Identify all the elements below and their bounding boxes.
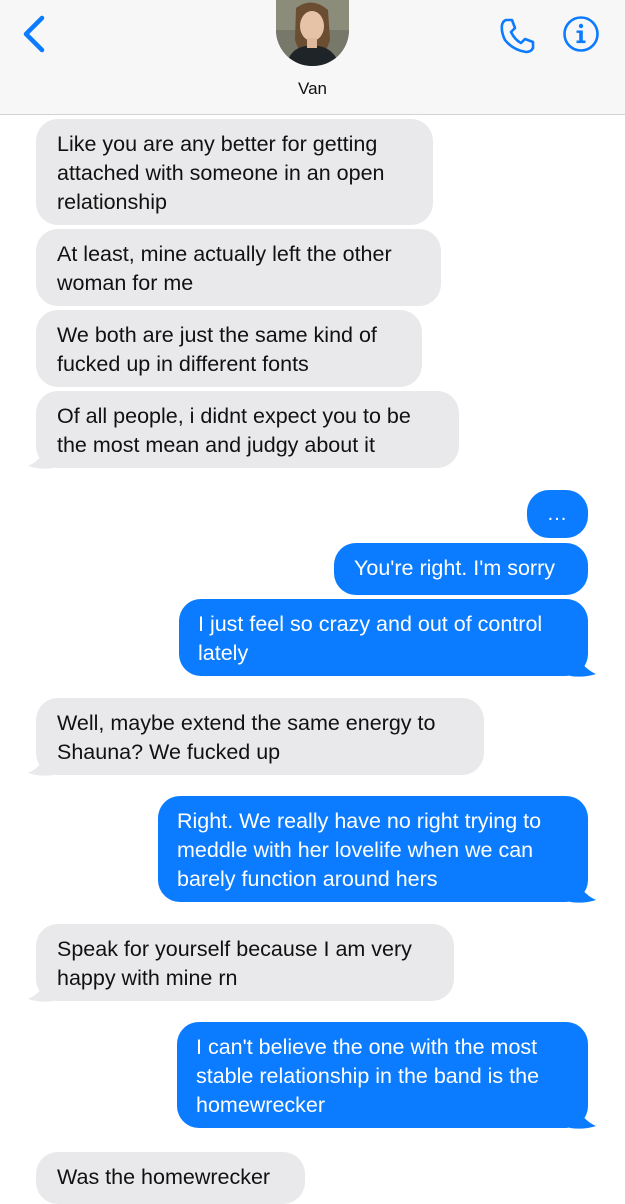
- bubble-tail: [28, 448, 54, 469]
- message-line: You're right. I'm sorry: [354, 556, 555, 580]
- message-bubble-incoming[interactable]: Was the homewrecker: [36, 1152, 305, 1204]
- message-line: We both are just the same kind of: [57, 323, 377, 347]
- message-line: I can't believe the one with the most: [196, 1035, 538, 1059]
- message-bubble-outgoing[interactable]: You're right. I'm sorry: [334, 543, 588, 595]
- message-line: Right. We really have no right trying to: [177, 809, 542, 833]
- message-line: homewrecker: [196, 1093, 326, 1117]
- contact-name[interactable]: Van: [0, 79, 625, 99]
- bubble-tail: [570, 882, 596, 903]
- message-bubble-outgoing[interactable]: ...: [527, 490, 588, 538]
- bubble-tail: [570, 1108, 596, 1129]
- message-line: the most mean and judgy about it: [57, 433, 375, 457]
- message-bubble-incoming[interactable]: Like you are any better for getting atta…: [36, 119, 433, 225]
- message-bubble-incoming[interactable]: Well, maybe extend the same energy to Sh…: [36, 698, 484, 775]
- message-line: woman for me: [57, 271, 194, 295]
- bubble-tail: [28, 981, 54, 1002]
- conversation-header: Van: [0, 0, 625, 115]
- bubble-tail: [28, 755, 54, 776]
- ellipsis-text: ...: [547, 503, 568, 525]
- message-line: Like you are any better for getting: [57, 132, 378, 156]
- message-bubble-outgoing[interactable]: I just feel so crazy and out of control …: [179, 599, 588, 676]
- info-icon[interactable]: [562, 15, 600, 53]
- contact-avatar[interactable]: [276, 0, 349, 66]
- message-bubble-incoming[interactable]: We both are just the same kind of fucked…: [36, 310, 422, 387]
- message-line: fucked up in different fonts: [57, 352, 309, 376]
- message-line: barely function around hers: [177, 867, 438, 891]
- bubble-tail: [570, 656, 596, 677]
- message-line: meddle with her lovelife when we can: [177, 838, 534, 862]
- message-bubble-incoming[interactable]: Speak for yourself because I am very hap…: [36, 924, 454, 1001]
- message-bubble-outgoing[interactable]: I can't believe the one with the most st…: [177, 1022, 588, 1128]
- message-bubble-outgoing[interactable]: Right. We really have no right trying to…: [158, 796, 588, 902]
- message-line: Shauna? We fucked up: [57, 740, 281, 764]
- message-line: At least, mine actually left the other: [57, 242, 392, 266]
- message-line: lately: [198, 641, 249, 665]
- message-line: stable relationship in the band is the: [196, 1064, 540, 1088]
- message-line: Of all people, i didnt expect you to be: [57, 404, 411, 428]
- message-line: happy with mine rn: [57, 966, 238, 990]
- chevron-left-icon[interactable]: [18, 14, 52, 54]
- phone-icon[interactable]: [497, 16, 537, 56]
- message-line: Was the homewrecker: [57, 1165, 271, 1189]
- message-line: I just feel so crazy and out of control: [198, 612, 543, 636]
- message-line: Speak for yourself because I am very: [57, 937, 412, 961]
- message-bubble-incoming[interactable]: At least, mine actually left the other w…: [36, 229, 441, 306]
- message-line: Well, maybe extend the same energy to: [57, 711, 436, 735]
- message-bubble-incoming[interactable]: Of all people, i didnt expect you to be …: [36, 391, 459, 468]
- message-line: attached with someone in an open: [57, 161, 385, 185]
- message-line: relationship: [57, 190, 167, 214]
